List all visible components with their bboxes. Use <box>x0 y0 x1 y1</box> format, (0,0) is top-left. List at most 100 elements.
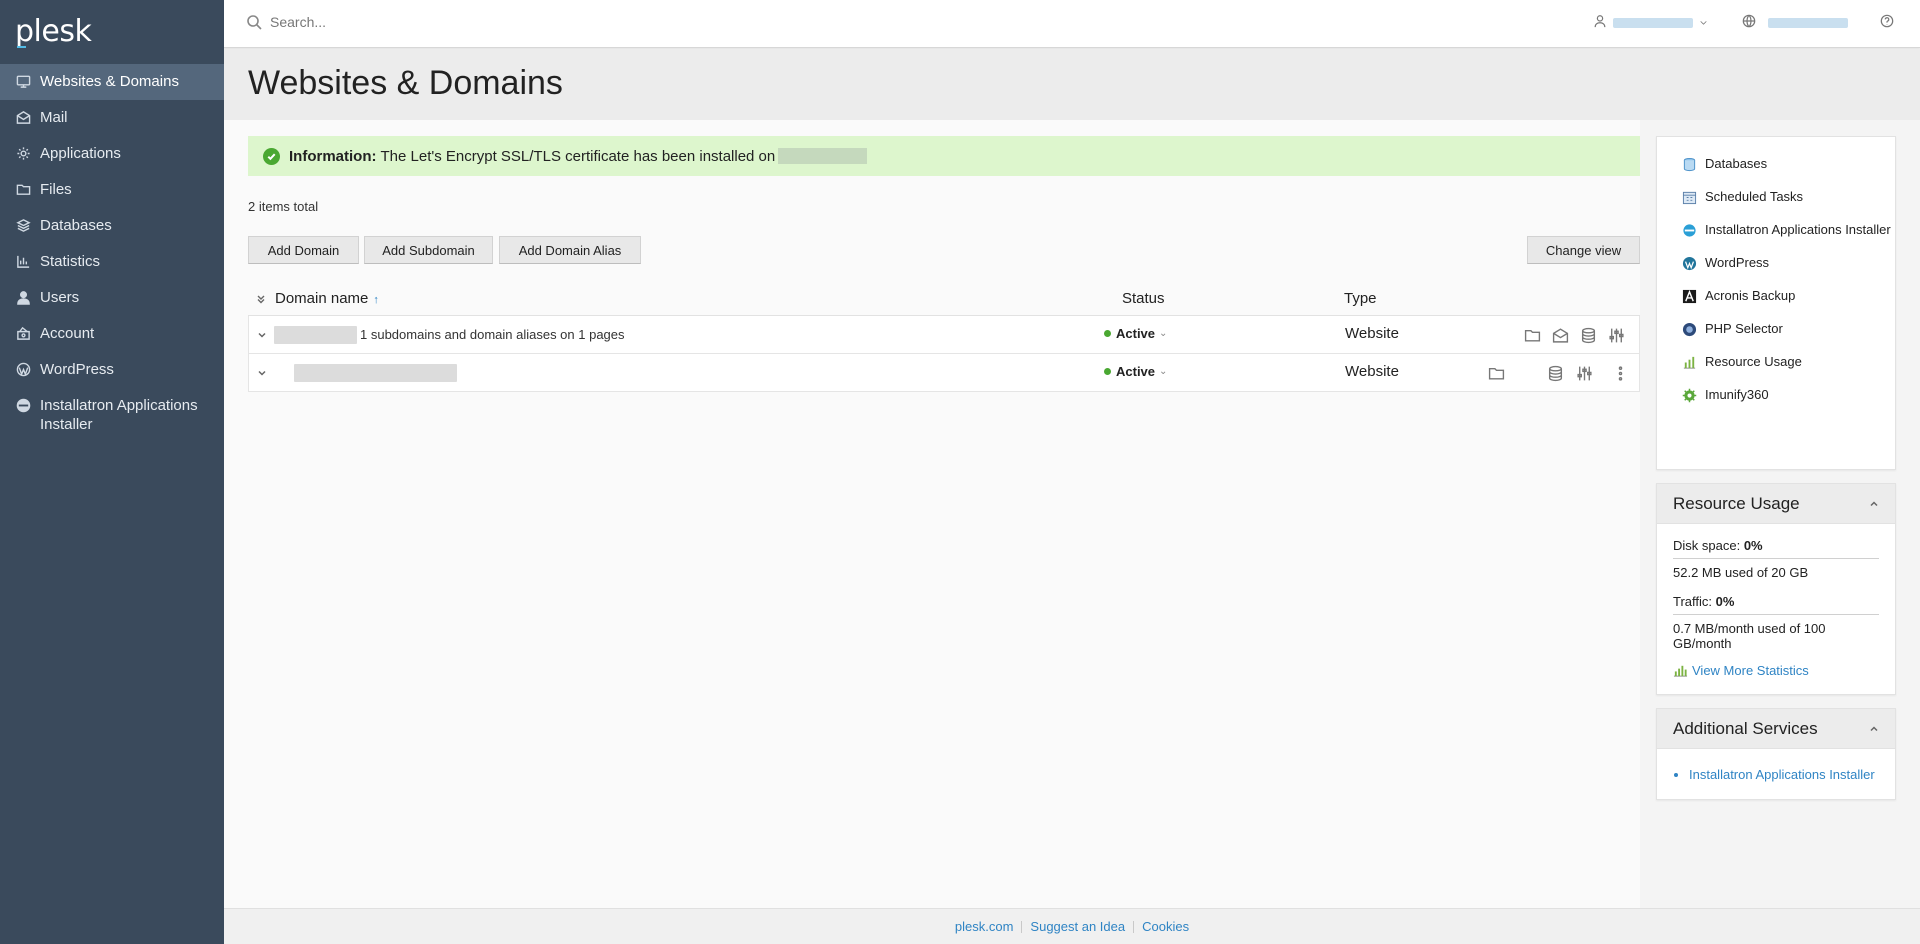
sidebar-nav: Websites & Domains Mail Applications Fil… <box>0 64 224 443</box>
chevron-up-icon[interactable] <box>1869 724 1879 734</box>
chevron-down-icon[interactable] <box>257 328 267 338</box>
monitor-icon <box>15 73 32 90</box>
view-more-statistics-link[interactable]: View More Statistics <box>1673 663 1879 678</box>
database-icon[interactable] <box>1546 364 1564 382</box>
status-badge[interactable]: Active ⌄ <box>1104 326 1167 341</box>
check-circle-icon <box>263 147 280 165</box>
expand-all-icon[interactable] <box>256 291 266 308</box>
database-icon <box>15 217 32 234</box>
search-input[interactable] <box>270 14 670 30</box>
folder-icon <box>15 181 32 198</box>
user-name-redacted[interactable] <box>1613 17 1693 28</box>
domain-type: Website <box>1345 363 1399 380</box>
sort-ascending-icon: ↑ <box>373 294 379 306</box>
traffic-line: Traffic: 0% <box>1673 590 1879 615</box>
mail-icon <box>15 109 32 126</box>
user-profile-icon[interactable] <box>1593 14 1607 31</box>
chart-icon <box>15 253 32 270</box>
help-icon[interactable] <box>1880 14 1894 31</box>
traffic-detail: 0.7 MB/month used of 100 GB/month <box>1673 621 1826 651</box>
footer-link-cookies[interactable]: Cookies <box>1134 919 1197 934</box>
settings-sliders-icon[interactable] <box>1607 326 1625 344</box>
quick-link-scheduled-tasks[interactable]: Scheduled Tasks <box>1657 180 1895 213</box>
table-row[interactable]: 1 subdomains and domain aliases on 1 pag… <box>248 316 1640 354</box>
wordpress-icon <box>1681 255 1697 271</box>
resource-chart-icon <box>1681 354 1697 370</box>
quick-link-php-selector[interactable]: PHP Selector <box>1657 312 1895 345</box>
search-box <box>246 14 670 30</box>
chevron-down-icon[interactable] <box>257 366 267 376</box>
disk-space-line: Disk space: 0% <box>1673 534 1879 559</box>
globe-icon[interactable] <box>1742 14 1756 31</box>
sidebar-item-installatron[interactable]: Installatron Applications Installer <box>0 388 224 443</box>
installatron-icon <box>15 397 32 414</box>
additional-service-installatron[interactable]: Installatron Applications Installer <box>1689 767 1879 782</box>
sidebar-item-account[interactable]: Account <box>0 316 224 352</box>
sidebar-item-files[interactable]: Files <box>0 172 224 208</box>
sidebar-item-websites-domains[interactable]: Websites & Domains <box>0 64 224 100</box>
column-type[interactable]: Type <box>1344 290 1377 307</box>
redacted-domain-name[interactable] <box>294 364 457 382</box>
status-dot <box>1104 330 1111 337</box>
sidebar-item-statistics[interactable]: Statistics <box>0 244 224 280</box>
additional-services-header[interactable]: Additional Services <box>1657 709 1895 749</box>
status-badge[interactable]: Active ⌄ <box>1104 364 1167 379</box>
sidebar-item-mail[interactable]: Mail <box>0 100 224 136</box>
footer-link-suggest-idea[interactable]: Suggest an Idea <box>1022 919 1133 934</box>
column-status[interactable]: Status <box>1122 290 1165 307</box>
items-total: 2 items total <box>248 199 319 214</box>
folder-icon[interactable] <box>1487 364 1505 382</box>
quick-link-installatron[interactable]: Installatron Applications Installer <box>1657 213 1895 246</box>
domains-table: Domain name ↑ Status Type 1 subdomains an… <box>248 280 1640 392</box>
settings-sliders-icon[interactable] <box>1575 364 1593 382</box>
column-domain-name[interactable]: Domain name ↑ <box>275 290 379 307</box>
disk-space-detail: 52.2 MB used of 20 GB <box>1673 565 1809 580</box>
quick-link-imunify360[interactable]: Imunify360 <box>1657 378 1895 411</box>
add-domain-alias-button[interactable]: Add Domain Alias <box>499 236 641 264</box>
quick-link-acronis-backup[interactable]: Acronis Backup <box>1657 279 1895 312</box>
chevron-down-icon[interactable] <box>1699 15 1708 30</box>
plesk-logo[interactable]: plesk <box>0 0 224 64</box>
chevron-down-icon: ⌄ <box>1159 366 1168 377</box>
database-icon[interactable] <box>1579 326 1597 344</box>
user-icon <box>15 289 32 306</box>
php-icon <box>1681 321 1697 337</box>
sidebar-item-wordpress[interactable]: WordPress <box>0 352 224 388</box>
account-icon <box>15 325 32 342</box>
main-content: Information: The Let's Encrypt SSL/TLS c… <box>224 120 1640 908</box>
domain-type: Website <box>1345 325 1399 342</box>
page-header: Websites & Domains <box>224 49 1920 120</box>
footer-link-plesk[interactable]: plesk.com <box>947 919 1022 934</box>
gear-icon <box>15 145 32 162</box>
quick-link-databases[interactable]: Databases <box>1657 147 1895 180</box>
info-label: Information: <box>289 147 377 165</box>
installatron-icon <box>1681 222 1697 238</box>
info-message: Information: The Let's Encrypt SSL/TLS c… <box>248 136 1640 176</box>
chevron-down-icon: ⌄ <box>1159 328 1168 339</box>
folder-icon[interactable] <box>1523 326 1541 344</box>
add-domain-button[interactable]: Add Domain <box>248 236 359 264</box>
change-view-button[interactable]: Change view <box>1527 236 1640 264</box>
additional-services-panel: Additional Services Installatron Applica… <box>1656 708 1896 800</box>
resource-usage-panel: Resource Usage Disk space: 0% 52.2 MB us… <box>1656 483 1896 695</box>
sidebar-item-users[interactable]: Users <box>0 280 224 316</box>
top-bar <box>224 0 1920 48</box>
resource-usage-body: Disk space: 0% 52.2 MB used of 20 GB Tra… <box>1657 524 1895 678</box>
resource-usage-header[interactable]: Resource Usage <box>1657 484 1895 524</box>
add-subdomain-button[interactable]: Add Subdomain <box>364 236 493 264</box>
more-vertical-icon[interactable] <box>1611 364 1629 382</box>
mail-icon[interactable] <box>1551 326 1569 344</box>
quick-link-wordpress[interactable]: WordPress <box>1657 246 1895 279</box>
quick-links-panel: Databases Scheduled Tasks Installatron A… <box>1656 136 1896 470</box>
chevron-up-icon[interactable] <box>1869 499 1879 509</box>
table-row[interactable]: Active ⌄ Website <box>248 354 1640 392</box>
domain-note: 1 subdomains and domain aliases on 1 pag… <box>360 327 625 342</box>
quick-link-resource-usage[interactable]: Resource Usage <box>1657 345 1895 378</box>
database-icon <box>1681 156 1697 172</box>
subscription-redacted[interactable] <box>1768 17 1848 28</box>
redacted-domain-name[interactable] <box>274 326 357 344</box>
sidebar-item-applications[interactable]: Applications <box>0 136 224 172</box>
wordpress-icon <box>15 361 32 378</box>
sidebar-item-databases[interactable]: Databases <box>0 208 224 244</box>
top-right-controls <box>1593 14 1894 31</box>
